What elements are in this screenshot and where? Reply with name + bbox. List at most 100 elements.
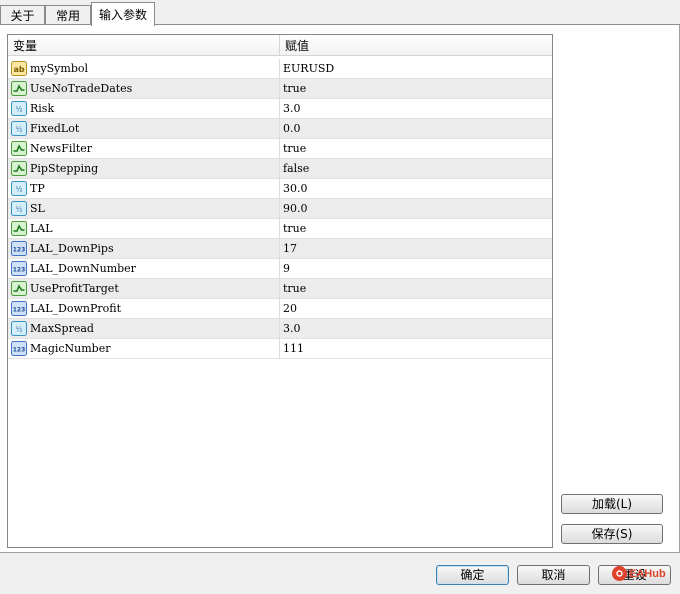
parameter-name: UseProfitTarget — [30, 282, 119, 295]
parameter-value-cell[interactable]: false — [280, 159, 552, 179]
parameter-name-cell: NewsFilter — [8, 138, 280, 159]
table-row[interactable]: 123 LAL_DownPips 17 — [8, 238, 552, 259]
column-header-variable[interactable]: 变量 — [8, 35, 280, 56]
parameter-value-cell[interactable]: 0.0 — [280, 119, 552, 139]
watermark-logo: EAHub — [612, 566, 666, 581]
parameter-value-cell[interactable]: 9 — [280, 259, 552, 279]
svg-text:123: 123 — [13, 267, 26, 274]
parameter-value-cell[interactable]: true — [280, 219, 552, 239]
bool-type-icon — [11, 81, 27, 96]
parameter-name-cell: 123 LAL_DownPips — [8, 238, 280, 259]
parameter-value-cell[interactable]: 17 — [280, 239, 552, 259]
parameter-name-cell: LAL — [8, 218, 280, 239]
parameter-value-cell[interactable]: 20 — [280, 299, 552, 319]
parameter-name-cell: ½ TP — [8, 178, 280, 199]
table-row[interactable]: 123 LAL_DownProfit 20 — [8, 298, 552, 319]
ok-button[interactable]: 确定 — [436, 565, 509, 585]
int-type-icon: 123 — [11, 341, 27, 356]
table-row[interactable]: UseProfitTarget true — [8, 278, 552, 299]
svg-text:123: 123 — [13, 307, 26, 314]
parameter-name: MagicNumber — [30, 342, 111, 355]
parameter-name-cell: 123 MagicNumber — [8, 338, 280, 359]
parameter-name: FixedLot — [30, 122, 80, 135]
double-type-icon: ½ — [11, 201, 27, 216]
parameter-value-cell[interactable]: 90.0 — [280, 199, 552, 219]
parameter-name: MaxSpread — [30, 322, 94, 335]
int-type-icon: 123 — [11, 261, 27, 276]
table-row[interactable]: ½ FixedLot 0.0 — [8, 118, 552, 139]
parameter-name-cell: 123 LAL_DownNumber — [8, 258, 280, 279]
table-row[interactable]: LAL true — [8, 218, 552, 239]
bool-type-icon — [11, 221, 27, 236]
table-row[interactable]: 123 MagicNumber 111 — [8, 338, 552, 359]
svg-text:½: ½ — [16, 126, 23, 134]
table-row[interactable]: 123 LAL_DownNumber 9 — [8, 258, 552, 279]
table-row[interactable]: ab mySymbol EURUSD — [8, 58, 552, 79]
parameter-name: LAL_DownPips — [30, 242, 114, 255]
double-type-icon: ½ — [11, 321, 27, 336]
parameter-name: NewsFilter — [30, 142, 93, 155]
watermark-text: EAHub — [629, 567, 666, 580]
table-row[interactable]: ½ TP 30.0 — [8, 178, 552, 199]
table-row[interactable]: NewsFilter true — [8, 138, 552, 159]
grid-rows: ab mySymbol EURUSD UseNoTradeDates true ½ Risk… — [8, 58, 552, 359]
table-row[interactable]: UseNoTradeDates true — [8, 78, 552, 99]
svg-text:½: ½ — [16, 326, 23, 334]
tab-common[interactable]: 常用 — [45, 5, 91, 25]
parameter-value-cell[interactable]: 3.0 — [280, 319, 552, 339]
parameter-name-cell: ½ MaxSpread — [8, 318, 280, 339]
string-type-icon: ab — [11, 61, 27, 76]
bool-type-icon — [11, 161, 27, 176]
parameter-value-cell[interactable]: true — [280, 139, 552, 159]
parameter-name: TP — [30, 182, 45, 195]
tab-about[interactable]: 关于 — [0, 5, 45, 25]
column-header-value[interactable]: 赋值 — [280, 35, 552, 56]
svg-text:½: ½ — [16, 186, 23, 194]
save-button[interactable]: 保存(S) — [561, 524, 663, 544]
watermark-icon — [612, 566, 627, 581]
parameter-name-cell: PipStepping — [8, 158, 280, 179]
parameter-value-cell[interactable]: 111 — [280, 339, 552, 359]
tab-input-parameters[interactable]: 输入参数 — [91, 2, 155, 26]
parameter-name-cell: ½ SL — [8, 198, 280, 219]
double-type-icon: ½ — [11, 101, 27, 116]
parameter-name: LAL_DownNumber — [30, 262, 136, 275]
parameter-value-cell[interactable]: EURUSD — [280, 59, 552, 79]
parameter-name-cell: ab mySymbol — [8, 58, 280, 79]
parameter-value-cell[interactable]: 3.0 — [280, 99, 552, 119]
parameter-value-cell[interactable]: true — [280, 79, 552, 99]
parameter-value-cell[interactable]: true — [280, 279, 552, 299]
tab-bar: 关于 常用 输入参数 — [0, 0, 680, 26]
table-row[interactable]: ½ MaxSpread 3.0 — [8, 318, 552, 339]
parameter-name: mySymbol — [30, 62, 89, 75]
tab-panel: 变量 赋值 ab mySymbol EURUSD UseNoTradeDates tru… — [0, 25, 680, 553]
parameter-name-cell: ½ FixedLot — [8, 118, 280, 139]
parameter-name: PipStepping — [30, 162, 99, 175]
parameter-name-cell: ½ Risk — [8, 98, 280, 119]
parameters-grid: 变量 赋值 ab mySymbol EURUSD UseNoTradeDates tru… — [7, 34, 553, 548]
parameter-name: SL — [30, 202, 45, 215]
cancel-button[interactable]: 取消 — [517, 565, 590, 585]
grid-header: 变量 赋值 — [8, 35, 552, 56]
double-type-icon: ½ — [11, 121, 27, 136]
svg-text:123: 123 — [13, 247, 26, 254]
svg-text:ab: ab — [13, 65, 24, 74]
svg-text:½: ½ — [16, 106, 23, 114]
bool-type-icon — [11, 281, 27, 296]
table-row[interactable]: PipStepping false — [8, 158, 552, 179]
load-button[interactable]: 加载(L) — [561, 494, 663, 514]
parameter-name-cell: UseNoTradeDates — [8, 78, 280, 99]
parameter-name-cell: 123 LAL_DownProfit — [8, 298, 280, 319]
bool-type-icon — [11, 141, 27, 156]
parameter-name: LAL_DownProfit — [30, 302, 122, 315]
svg-text:½: ½ — [16, 206, 23, 214]
svg-text:123: 123 — [13, 347, 26, 354]
double-type-icon: ½ — [11, 181, 27, 196]
parameter-value-cell[interactable]: 30.0 — [280, 179, 552, 199]
table-row[interactable]: ½ Risk 3.0 — [8, 98, 552, 119]
parameter-name: Risk — [30, 102, 55, 115]
int-type-icon: 123 — [11, 241, 27, 256]
parameter-name: LAL — [30, 222, 53, 235]
int-type-icon: 123 — [11, 301, 27, 316]
table-row[interactable]: ½ SL 90.0 — [8, 198, 552, 219]
